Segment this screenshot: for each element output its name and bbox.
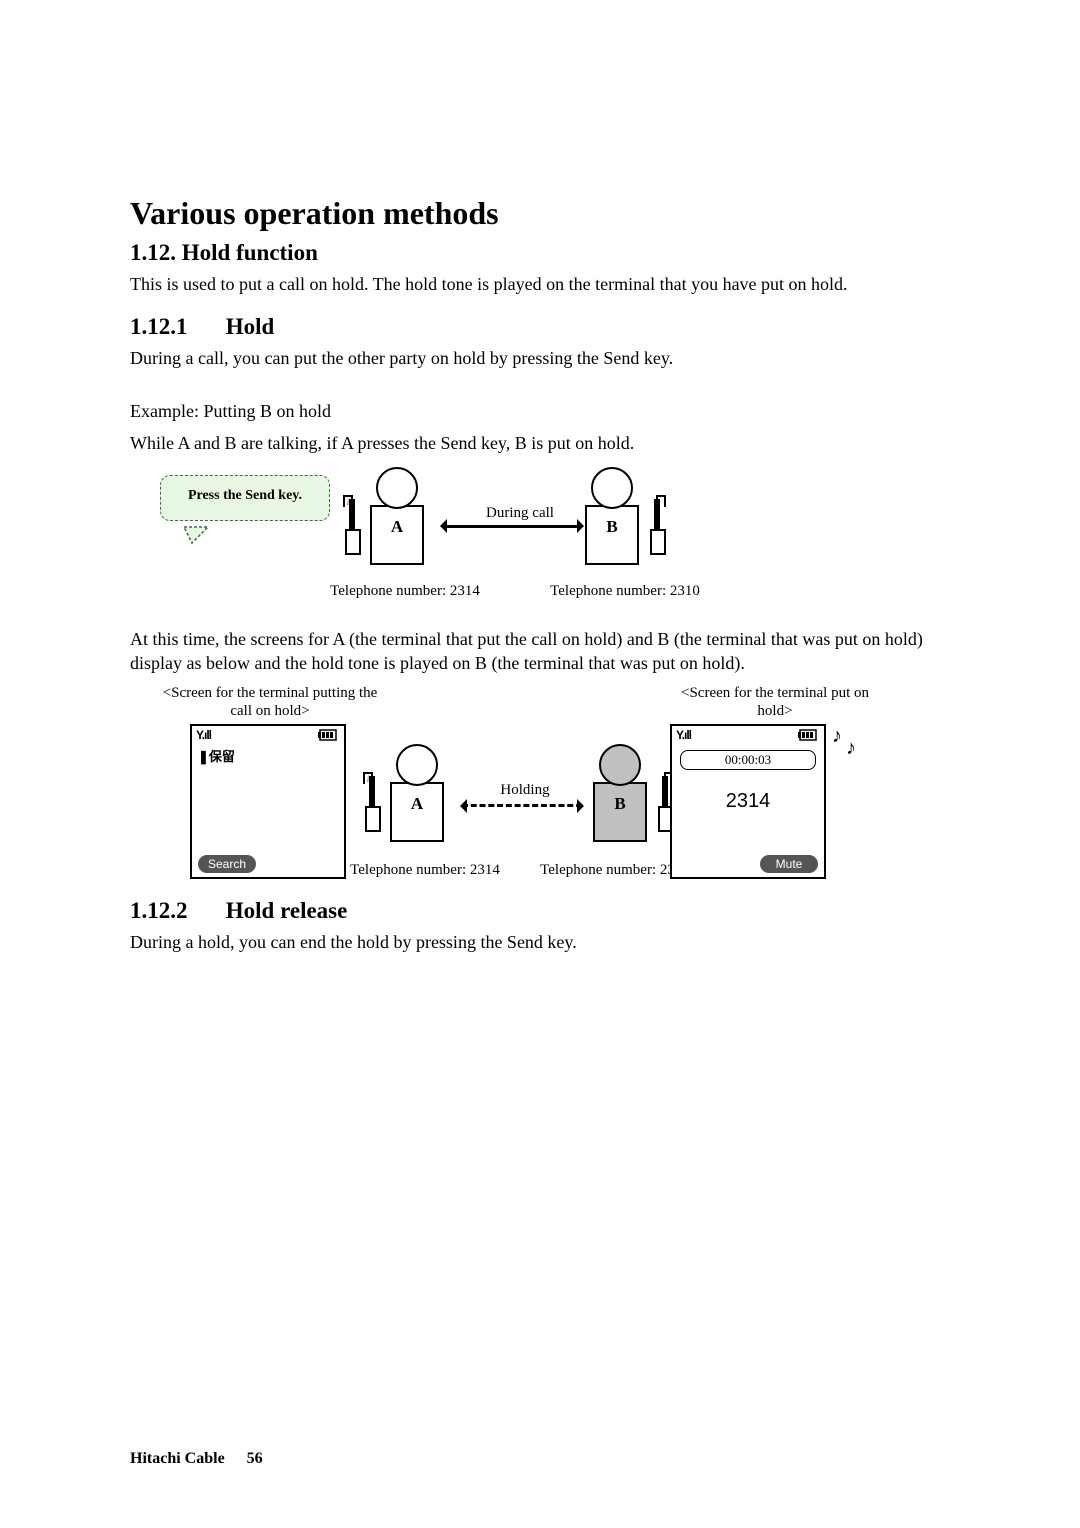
section-1-12-body: This is used to put a call on hold. The … [130,272,950,296]
speech-bubble-tail-icon [182,525,222,545]
telephone-number-a: Telephone number: 2314 [340,862,510,879]
person-a-label: A [375,794,459,814]
battery-icon [798,729,820,741]
signal-icon: Y.ıll [676,728,691,742]
example-label: Example: Putting B on hold [130,399,950,423]
double-arrow-icon [442,525,582,528]
person-b-icon: B [570,467,654,565]
section-1-12-2-title: Hold release [226,898,348,923]
call-timer: 00:00:03 [680,750,816,770]
section-1-12-1-heading: 1.12.1 Hold [130,314,950,340]
section-1-12-1-title: Hold [226,314,275,339]
footer-page-number: 56 [247,1450,263,1467]
person-a-label: A [355,517,439,537]
page-title: Various operation methods [130,195,950,232]
antenna-icon: i [343,495,353,507]
telephone-number-b: Telephone number: 2310 [530,583,720,600]
diagram-during-call: Press the Send key. A i During call B Te… [130,467,950,617]
softkey-mute: Mute [760,855,818,873]
mid-paragraph: At this time, the screens for A (the ter… [130,627,950,676]
section-1-12-1-number: 1.12.1 [130,314,220,340]
section-1-12-heading: 1.12. Hold function [130,240,950,266]
signal-icon: Y.ıll [196,728,211,742]
diagram-holding: <Screen for the terminal putting the cal… [130,684,950,894]
arrow-label-during-call: During call [460,505,580,522]
person-a-icon: A i [375,744,459,842]
telephone-number-a: Telephone number: 2314 [310,583,500,600]
page-footer: Hitachi Cable 56 [130,1450,263,1468]
screen-caption-a: <Screen for the terminal putting the cal… [160,684,380,720]
hold-status-label: 保留 [209,749,235,764]
example-body: While A and B are talking, if A presses … [130,431,950,455]
phone-screen-b: Y.ıll 00:00:03 2314 Mute [670,724,826,879]
antenna-icon [656,495,666,507]
section-1-12-1-body: During a call, you can put the other par… [130,346,950,370]
footer-brand: Hitachi Cable [130,1450,225,1467]
person-b-onhold-icon: B [578,744,662,842]
person-b-label: B [578,794,662,814]
arrow-label-holding: Holding [470,782,580,799]
music-note-icon: ♪ [832,726,842,746]
person-b-label: B [570,517,654,537]
person-a-icon: A i [355,467,439,565]
section-1-12-2-body: During a hold, you can end the hold by p… [130,930,950,954]
music-note-icon: ♪ [846,738,856,758]
hold-indicator-icon: ❚ [198,749,209,764]
phone-screen-a: Y.ıll ❚保留 Search [190,724,346,879]
battery-icon [318,729,340,741]
antenna-icon: i [363,772,373,784]
speech-bubble: Press the Send key. [160,475,330,521]
double-arrow-dashed-icon [462,804,582,807]
section-1-12-2-heading: 1.12.2 Hold release [130,898,950,924]
section-1-12-2-number: 1.12.2 [130,898,220,924]
softkey-search: Search [198,855,256,873]
calling-number: 2314 [672,790,824,813]
screen-caption-b: <Screen for the terminal put on hold> [665,684,885,720]
